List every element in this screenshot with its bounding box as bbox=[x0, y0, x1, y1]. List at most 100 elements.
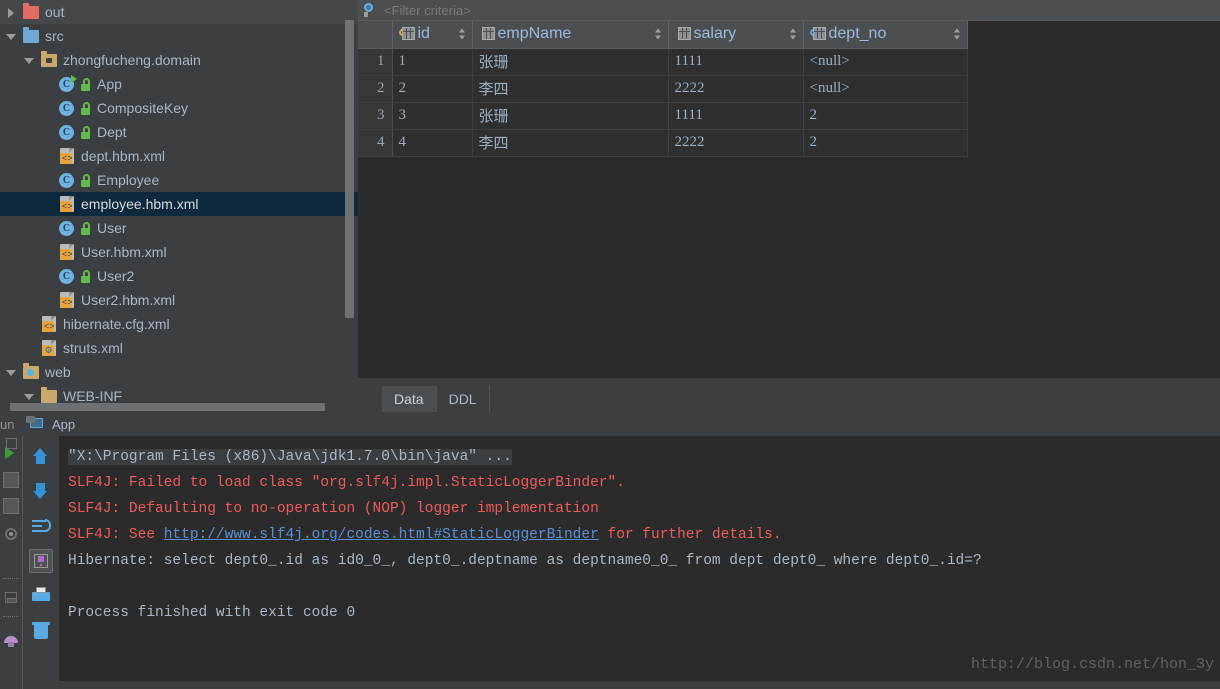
tab-data[interactable]: Data bbox=[382, 386, 437, 412]
table-row[interactable]: 1 1 张珊 1111 <null> bbox=[358, 48, 968, 76]
resume-icon[interactable] bbox=[3, 498, 19, 514]
chevron-right-icon[interactable] bbox=[6, 7, 17, 18]
table-cell-id[interactable]: 2 bbox=[392, 75, 473, 103]
tree-node[interactable]: src bbox=[0, 24, 358, 48]
console-hyperlink[interactable]: http://www.slf4j.org/codes.html#StaticLo… bbox=[164, 527, 599, 543]
table-cell-salary[interactable]: 1111 bbox=[668, 102, 804, 130]
tree-node[interactable]: <> User.hbm.xml bbox=[0, 240, 358, 264]
sort-toggle-icon[interactable] bbox=[458, 28, 466, 40]
tree-node[interactable]: C Employee bbox=[0, 168, 358, 192]
tree-node[interactable]: <> dept.hbm.xml bbox=[0, 144, 358, 168]
scroll-to-end-icon[interactable] bbox=[29, 549, 53, 573]
separator-dots bbox=[3, 578, 19, 580]
result-grid-body[interactable]: 1 1 张珊 1111 <null> 2 2 李四 2222 <null> 3 3 张珊 1111 2 4 4 李… bbox=[358, 48, 968, 157]
console-line: Hibernate: select dept0_.id as id0_0_, d… bbox=[68, 553, 982, 569]
column-header-label: id bbox=[417, 25, 430, 43]
table-cell-salary[interactable]: 2222 bbox=[668, 129, 804, 157]
console-toolbar[interactable] bbox=[22, 436, 59, 689]
table-cell-empName[interactable]: 张珊 bbox=[472, 102, 669, 130]
down-arrow-icon[interactable] bbox=[29, 479, 53, 503]
column-header[interactable]: salary bbox=[668, 21, 804, 49]
sort-toggle-icon[interactable] bbox=[789, 28, 797, 40]
row-number-cell: 1 bbox=[358, 48, 393, 76]
run-tool-window-gutter[interactable] bbox=[0, 436, 22, 681]
soft-wrap-icon[interactable] bbox=[29, 514, 53, 538]
tree-node[interactable]: C App bbox=[0, 72, 358, 96]
sort-toggle-icon[interactable] bbox=[654, 28, 662, 40]
tree-node-label: hibernate.cfg.xml bbox=[63, 316, 170, 332]
pause-icon[interactable] bbox=[3, 436, 19, 452]
tree-node[interactable]: <> hibernate.cfg.xml bbox=[0, 312, 358, 336]
xml-file-icon: <> bbox=[58, 244, 76, 260]
table-cell-id[interactable]: 3 bbox=[392, 102, 473, 130]
watermark-text: http://blog.csdn.net/hon_3y bbox=[970, 656, 1214, 673]
up-arrow-icon[interactable] bbox=[29, 444, 53, 468]
chevron-down-icon[interactable] bbox=[24, 391, 35, 402]
java-class-icon: C bbox=[58, 100, 76, 116]
project-tree-horizontal-scrollbar[interactable] bbox=[10, 403, 325, 411]
table-cell-dept_no[interactable]: 2 bbox=[803, 102, 968, 130]
lock-icon bbox=[80, 125, 91, 139]
table-cell-empName[interactable]: 李四 bbox=[472, 75, 669, 103]
tree-node[interactable]: <> employee.hbm.xml bbox=[0, 192, 358, 216]
tree-node[interactable]: ⚙ struts.xml bbox=[0, 336, 358, 360]
console-output[interactable]: "X:\Program Files (x86)\Java\jdk1.7.0\bi… bbox=[58, 436, 1220, 681]
tree-node[interactable]: web bbox=[0, 360, 358, 384]
tree-node[interactable]: out bbox=[0, 0, 358, 24]
data-ddl-tab-bar[interactable]: Data DDL bbox=[358, 377, 1220, 412]
tab-ddl[interactable]: DDL bbox=[437, 386, 490, 412]
column-header[interactable]: empName bbox=[472, 21, 669, 49]
settings-icon[interactable] bbox=[3, 526, 19, 542]
result-grid[interactable]: id empName salary dept_no 1 1 张珊 1111 <null> 2 2 李… bbox=[358, 21, 968, 157]
chevron-down-icon[interactable] bbox=[24, 55, 35, 66]
table-cell-empName[interactable]: 张珊 bbox=[472, 48, 669, 76]
stop-icon[interactable] bbox=[3, 472, 19, 488]
tree-node-label: out bbox=[45, 4, 65, 20]
sort-toggle-icon[interactable] bbox=[953, 28, 961, 40]
filter-criteria-input[interactable]: <Filter criteria> bbox=[384, 3, 471, 18]
trash-icon[interactable] bbox=[29, 619, 53, 643]
tree-node[interactable]: <> User2.hbm.xml bbox=[0, 288, 358, 312]
filter-bar[interactable]: <Filter criteria> bbox=[358, 0, 1220, 21]
table-cell-empName[interactable]: 李四 bbox=[472, 129, 669, 157]
table-cell-dept_no[interactable]: <null> bbox=[803, 75, 968, 103]
tree-node[interactable]: zhongfucheng.domain bbox=[0, 48, 358, 72]
chevron-down-icon[interactable] bbox=[6, 31, 17, 42]
table-cell-id[interactable]: 4 bbox=[392, 129, 473, 157]
run-configuration-name[interactable]: App bbox=[52, 417, 75, 432]
primary-key-column-icon bbox=[398, 26, 415, 42]
table-cell-salary[interactable]: 1111 bbox=[668, 48, 804, 76]
tree-node[interactable]: C User bbox=[0, 216, 358, 240]
table-cell-dept_no[interactable]: 2 bbox=[803, 129, 968, 157]
run-tool-window-header[interactable]: un App bbox=[0, 412, 1220, 436]
lock-icon bbox=[80, 173, 91, 187]
table-cell-id[interactable]: 1 bbox=[392, 48, 473, 76]
tree-node-label: src bbox=[45, 28, 64, 44]
console-line: SLF4J: Failed to load class "org.slf4j.i… bbox=[68, 475, 625, 491]
project-tree-vertical-scrollbar[interactable] bbox=[345, 20, 354, 318]
help-icon[interactable] bbox=[3, 632, 19, 648]
table-row[interactable]: 3 3 张珊 1111 2 bbox=[358, 102, 968, 130]
chevron-down-icon[interactable] bbox=[6, 367, 17, 378]
minimize-icon[interactable] bbox=[3, 590, 19, 606]
column-header[interactable]: id bbox=[392, 21, 473, 49]
tree-node[interactable]: C User2 bbox=[0, 264, 358, 288]
lock-icon bbox=[80, 269, 91, 283]
table-cell-salary[interactable]: 2222 bbox=[668, 75, 804, 103]
tree-node-label: CompositeKey bbox=[97, 100, 189, 116]
java-class-icon: C bbox=[58, 268, 76, 284]
project-tool-window[interactable]: out src zhongfucheng.domain C App C CompositeK… bbox=[0, 0, 358, 412]
run-window-label: un bbox=[0, 416, 15, 432]
column-icon bbox=[479, 26, 495, 42]
table-row[interactable]: 4 4 李四 2222 2 bbox=[358, 129, 968, 157]
tree-node[interactable]: C CompositeKey bbox=[0, 96, 358, 120]
table-cell-dept_no[interactable]: <null> bbox=[803, 48, 968, 76]
print-icon[interactable] bbox=[29, 584, 53, 608]
result-grid-container[interactable]: id empName salary dept_no 1 1 张珊 1111 <null> 2 2 李… bbox=[358, 21, 1220, 379]
console-line: Process finished with exit code 0 bbox=[68, 605, 356, 621]
project-tree-list[interactable]: out src zhongfucheng.domain C App C CompositeK… bbox=[0, 0, 358, 408]
column-header[interactable]: dept_no bbox=[803, 21, 968, 49]
table-row[interactable]: 2 2 李四 2222 <null> bbox=[358, 75, 968, 103]
tree-node[interactable]: C Dept bbox=[0, 120, 358, 144]
